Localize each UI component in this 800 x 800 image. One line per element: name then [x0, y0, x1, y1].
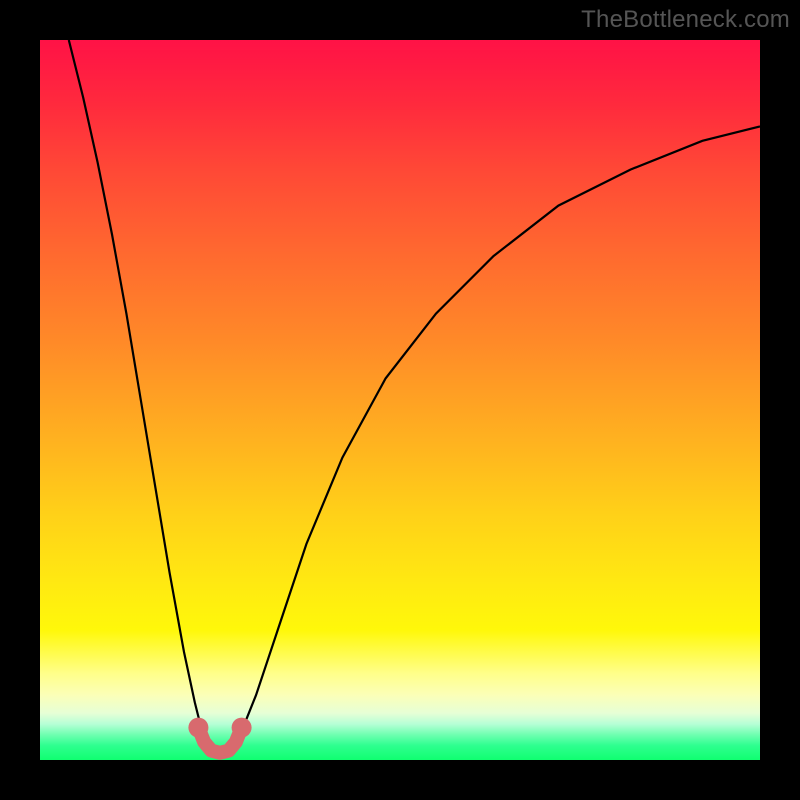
bottleneck-marker-dot-left — [188, 718, 208, 738]
chart-svg — [40, 40, 760, 760]
watermark-text: TheBottleneck.com — [581, 6, 790, 34]
curve-left-branch — [69, 40, 207, 746]
outer-frame: TheBottleneck.com — [0, 0, 800, 800]
plot-area — [40, 40, 760, 760]
bottleneck-marker-dot-right — [232, 718, 252, 738]
curve-right-branch — [233, 126, 760, 745]
